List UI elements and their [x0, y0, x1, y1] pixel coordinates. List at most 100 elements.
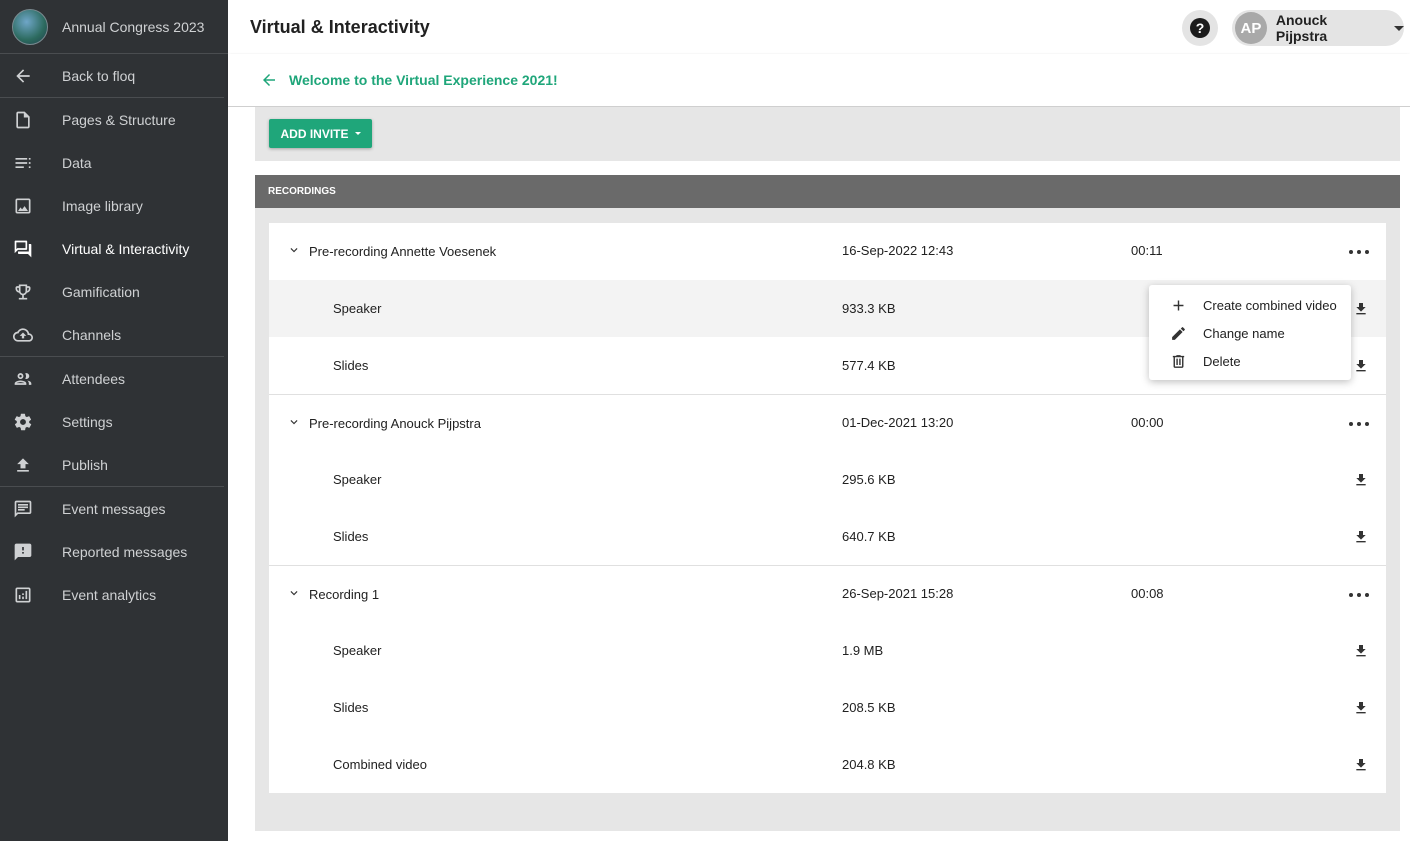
people-icon [12, 368, 34, 390]
breadcrumb-link[interactable]: Welcome to the Virtual Experience 2021! [289, 72, 558, 88]
event-title: Annual Congress 2023 [62, 18, 205, 35]
sidebar-item-label: Back to floq [62, 67, 136, 84]
recording-row[interactable]: Recording 1 26-Sep-2021 15:28 00:08 [269, 565, 1386, 622]
download-icon[interactable] [1353, 300, 1369, 318]
add-invite-button[interactable]: ADD INVITE [269, 119, 372, 148]
file-size: 208.5 KB [842, 700, 896, 715]
cloud-upload-icon [12, 324, 34, 346]
image-icon [12, 195, 34, 217]
sidebar-item-label: Pages & Structure [62, 111, 176, 128]
sidebar-item-label: Event analytics [62, 586, 157, 603]
file-size: 204.8 KB [842, 757, 896, 772]
file-size: 1.9 MB [842, 643, 884, 658]
file-size: 933.3 KB [842, 301, 896, 316]
sidebar-item-label: Attendees [62, 370, 126, 387]
recording-duration: 00:11 [1131, 243, 1163, 258]
recordings-panel: RECORDINGS Pre-recording Annette Voesene… [255, 175, 1400, 831]
sidebar-item-attendees[interactable]: Attendees [0, 357, 224, 400]
more-options-icon[interactable] [1349, 588, 1369, 602]
sidebar-item-label: Event messages [62, 500, 166, 517]
menu-item-change-name[interactable]: Change name [1149, 319, 1351, 347]
user-menu[interactable]: AP Anouck Pijpstra [1232, 10, 1404, 46]
download-icon[interactable] [1353, 756, 1369, 774]
sidebar-item-settings[interactable]: Settings [0, 400, 224, 443]
file-row[interactable]: Speaker 295.6 KB [269, 451, 1386, 508]
plus-icon [1169, 296, 1187, 314]
sidebar-item-label: Settings [62, 413, 113, 430]
menu-item-label: Create combined video [1203, 297, 1337, 313]
recording-context-menu: Create combined video Change name Delete [1149, 285, 1351, 380]
sidebar-item-label: Reported messages [62, 543, 188, 560]
file-size: 295.6 KB [842, 472, 896, 487]
sidebar-item-event-analytics[interactable]: Event analytics [0, 573, 228, 616]
menu-item-label: Delete [1203, 353, 1241, 369]
top-bar: Virtual & Interactivity ? AP Anouck Pijp… [228, 0, 1410, 54]
recording-row[interactable]: Pre-recording Anouck Pijpstra 01-Dec-202… [269, 394, 1386, 451]
sidebar-item-virtual-interactivity[interactable]: Virtual & Interactivity [0, 227, 224, 270]
report-message-icon [12, 541, 34, 563]
sidebar-item-publish[interactable]: Publish [0, 443, 224, 486]
chevron-down-icon[interactable] [287, 586, 301, 600]
trash-icon [1169, 352, 1187, 370]
more-options-icon[interactable] [1349, 245, 1369, 259]
invite-panel: ADD INVITE [255, 107, 1400, 161]
recording-row[interactable]: Pre-recording Annette Voesenek 16-Sep-20… [269, 223, 1386, 280]
chevron-down-icon[interactable] [287, 415, 301, 429]
sidebar-item-label: Data [62, 154, 92, 171]
download-icon[interactable] [1353, 699, 1369, 717]
menu-item-delete[interactable]: Delete [1149, 347, 1351, 375]
sidebar-item-channels[interactable]: Channels [0, 313, 224, 356]
sidebar-item-image-library[interactable]: Image library [0, 184, 224, 227]
file-row[interactable]: Speaker 1.9 MB [269, 622, 1386, 679]
help-button[interactable]: ? [1182, 10, 1218, 46]
sidebar-header[interactable]: Annual Congress 2023 [0, 0, 228, 54]
file-name: Speaker [333, 301, 382, 316]
page-title: Virtual & Interactivity [250, 17, 430, 37]
file-size: 577.4 KB [842, 358, 896, 373]
file-size: 640.7 KB [842, 529, 896, 544]
download-icon[interactable] [1353, 642, 1369, 660]
sidebar-item-back-to-floq[interactable]: Back to floq [0, 54, 224, 97]
download-icon[interactable] [1353, 357, 1369, 375]
sidebar-item-label: Gamification [62, 283, 140, 300]
file-row[interactable]: Slides 208.5 KB [269, 679, 1386, 736]
recording-name: Pre-recording Annette Voesenek [309, 244, 497, 259]
chat-bubbles-icon [12, 238, 34, 260]
file-name: Combined video [333, 757, 427, 772]
recording-name: Recording 1 [309, 587, 380, 602]
file-row[interactable]: Slides 640.7 KB [269, 508, 1386, 565]
recording-date: 01-Dec-2021 13:20 [842, 415, 954, 430]
sidebar-item-data[interactable]: Data [0, 141, 224, 184]
sidebar-item-event-messages[interactable]: Event messages [0, 487, 228, 530]
pencil-icon [1169, 324, 1187, 342]
recording-duration: 00:00 [1131, 415, 1164, 430]
recording-duration: 00:08 [1131, 586, 1164, 601]
avatar: AP [1235, 12, 1267, 44]
chevron-down-icon[interactable] [287, 243, 301, 257]
back-arrow-icon[interactable] [260, 71, 280, 91]
sidebar-item-gamification[interactable]: Gamification [0, 270, 224, 313]
help-icon: ? [1190, 18, 1210, 38]
download-icon[interactable] [1353, 471, 1369, 489]
trophy-icon [12, 281, 34, 303]
sidebar-item-label: Channels [62, 326, 122, 343]
sidebar-item-pages[interactable]: Pages & Structure [0, 98, 224, 141]
chevron-down-icon [1394, 25, 1404, 31]
menu-item-label: Change name [1203, 325, 1285, 341]
download-icon[interactable] [1353, 528, 1369, 546]
file-row[interactable]: Combined video 204.8 KB [269, 736, 1386, 793]
sidebar: Annual Congress 2023 Back to floq Pages … [0, 0, 228, 841]
more-options-icon[interactable] [1349, 417, 1369, 431]
list-icon [12, 152, 34, 174]
caret-down-icon [354, 132, 361, 135]
menu-item-create-combined-video[interactable]: Create combined video [1149, 291, 1351, 319]
file-name: Speaker [333, 643, 382, 658]
sidebar-item-label: Publish [62, 456, 108, 473]
main-content: ADD INVITE RECORDINGS Pre-recording Anne… [228, 107, 1410, 841]
sidebar-item-label: Image library [62, 197, 143, 214]
sidebar-item-reported-messages[interactable]: Reported messages [0, 530, 228, 573]
breadcrumb: Welcome to the Virtual Experience 2021! [228, 54, 1410, 107]
recordings-header: RECORDINGS [255, 175, 1400, 208]
recording-name: Pre-recording Anouck Pijpstra [309, 416, 481, 431]
publish-icon [12, 454, 34, 476]
